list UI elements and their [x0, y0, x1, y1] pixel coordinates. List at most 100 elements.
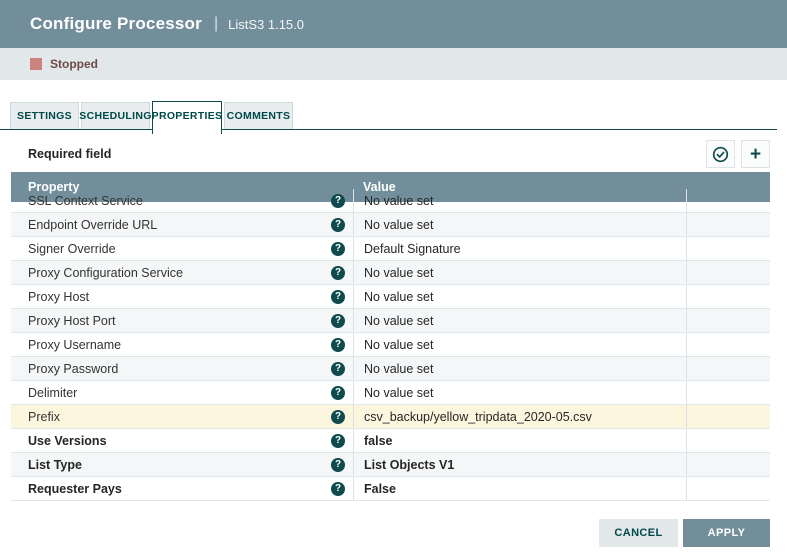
tab-bar: SETTINGSSCHEDULINGPROPERTIESCOMMENTS: [0, 80, 777, 130]
property-row[interactable]: Signer Override?Default Signature: [11, 237, 770, 261]
tab-settings[interactable]: SETTINGS: [10, 102, 79, 129]
property-name-cell: Use Versions?: [11, 429, 353, 452]
row-extra-cell: [686, 213, 770, 236]
property-value-cell[interactable]: No value set: [353, 285, 686, 308]
property-name: Proxy Configuration Service: [28, 266, 183, 280]
property-name: List Type: [28, 458, 82, 472]
add-property-button[interactable]: +: [741, 140, 770, 168]
property-value-cell[interactable]: No value set: [353, 357, 686, 380]
property-name: Proxy Host Port: [28, 314, 116, 328]
property-row[interactable]: Delimiter?No value set: [11, 381, 770, 405]
status-bar: Stopped: [0, 48, 787, 80]
property-name-cell: Proxy Username?: [11, 333, 353, 356]
toolbar-actions: +: [700, 140, 770, 168]
property-value-cell[interactable]: No value set: [353, 309, 686, 332]
help-icon[interactable]: ?: [331, 386, 345, 400]
property-value-cell[interactable]: csv_backup/yellow_tripdata_2020-05.csv: [353, 405, 686, 428]
help-icon[interactable]: ?: [331, 290, 345, 304]
row-extra-cell: [686, 237, 770, 260]
property-name-cell: Proxy Password?: [11, 357, 353, 380]
property-row[interactable]: Proxy Password?No value set: [11, 357, 770, 381]
property-value-cell[interactable]: false: [353, 429, 686, 452]
property-name: SSL Context Service: [28, 194, 143, 208]
property-row[interactable]: SSL Context Service?No value set: [11, 202, 770, 213]
property-name-cell: SSL Context Service?: [11, 189, 353, 213]
processor-name-version: ListS3 1.15.0: [228, 17, 304, 32]
help-icon[interactable]: ?: [331, 242, 345, 256]
apply-button[interactable]: APPLY: [683, 519, 770, 547]
property-row[interactable]: Requester Pays?False: [11, 477, 770, 501]
help-icon[interactable]: ?: [331, 410, 345, 424]
help-icon[interactable]: ?: [331, 482, 345, 496]
help-icon[interactable]: ?: [331, 194, 345, 208]
property-name-cell: Proxy Host?: [11, 285, 353, 308]
title-separator: |: [214, 15, 218, 33]
property-value-cell[interactable]: False: [353, 477, 686, 500]
property-row[interactable]: Proxy Configuration Service?No value set: [11, 261, 770, 285]
help-icon[interactable]: ?: [331, 338, 345, 352]
property-name-cell: Delimiter?: [11, 381, 353, 404]
check-circle-icon: [712, 146, 729, 163]
property-name: Delimiter: [28, 386, 77, 400]
row-extra-cell: [686, 189, 770, 213]
property-name: Proxy Host: [28, 290, 89, 304]
property-row[interactable]: Proxy Username?No value set: [11, 333, 770, 357]
dialog-header: Configure Processor | ListS3 1.15.0: [0, 0, 787, 48]
row-extra-cell: [686, 285, 770, 308]
row-extra-cell: [686, 357, 770, 380]
table-body: SSL Context Service?No value setEndpoint…: [11, 202, 770, 501]
property-row[interactable]: Endpoint Override URL? No value set: [11, 213, 770, 237]
property-name-cell: Proxy Configuration Service?: [11, 261, 353, 284]
row-extra-cell: [686, 261, 770, 284]
row-extra-cell: [686, 405, 770, 428]
help-icon[interactable]: ?: [331, 362, 345, 376]
tab-properties[interactable]: PROPERTIES: [152, 101, 222, 134]
help-icon[interactable]: ?: [331, 266, 345, 280]
property-value-cell[interactable]: List Objects V1: [353, 453, 686, 476]
property-value-cell[interactable]: No value set: [353, 213, 686, 236]
stopped-status-icon: [30, 58, 42, 70]
row-extra-cell: [686, 381, 770, 404]
property-name: Endpoint Override URL: [28, 218, 157, 232]
plus-icon: +: [750, 145, 761, 164]
dialog-footer: CANCEL APPLY: [599, 519, 770, 547]
help-icon[interactable]: ?: [331, 314, 345, 328]
property-name: Use Versions: [28, 434, 107, 448]
status-label: Stopped: [50, 57, 98, 71]
help-icon[interactable]: ?: [331, 434, 345, 448]
help-icon[interactable]: ?: [331, 218, 345, 232]
property-value-cell[interactable]: No value set: [353, 261, 686, 284]
property-value-cell[interactable]: No value set: [353, 381, 686, 404]
row-extra-cell: [686, 333, 770, 356]
dialog-title: Configure Processor: [30, 14, 202, 34]
property-row[interactable]: Prefix?csv_backup/yellow_tripdata_2020-0…: [11, 405, 770, 429]
verify-properties-button[interactable]: [706, 140, 735, 168]
tab-comments[interactable]: COMMENTS: [224, 102, 293, 129]
property-name-cell: List Type?: [11, 453, 353, 476]
cancel-button[interactable]: CANCEL: [599, 519, 678, 547]
property-row[interactable]: Use Versions?false: [11, 429, 770, 453]
property-value-cell[interactable]: No value set: [353, 189, 686, 213]
property-row[interactable]: Proxy Host Port?No value set: [11, 309, 770, 333]
required-field-label: Required field: [11, 147, 111, 161]
help-icon[interactable]: ?: [331, 458, 345, 472]
property-name: Prefix: [28, 410, 60, 424]
property-name-cell: Signer Override?: [11, 237, 353, 260]
property-name-cell: Proxy Host Port?: [11, 309, 353, 332]
tab-scheduling[interactable]: SCHEDULING: [81, 102, 150, 129]
property-name: Proxy Password: [28, 362, 118, 376]
property-name-cell: Requester Pays?: [11, 477, 353, 500]
property-row[interactable]: List Type?List Objects V1: [11, 453, 770, 477]
property-row[interactable]: Proxy Host?No value set: [11, 285, 770, 309]
row-extra-cell: [686, 429, 770, 452]
row-extra-cell: [686, 309, 770, 332]
property-name-cell: Prefix?: [11, 405, 353, 428]
property-name: Proxy Username: [28, 338, 121, 352]
property-name: Signer Override: [28, 242, 116, 256]
row-extra-cell: [686, 453, 770, 476]
properties-table: Property Value SSL Context Service?No va…: [11, 172, 770, 501]
property-name: Requester Pays: [28, 482, 122, 496]
property-value-cell[interactable]: Default Signature: [353, 237, 686, 260]
row-extra-cell: [686, 477, 770, 500]
property-value-cell[interactable]: No value set: [353, 333, 686, 356]
